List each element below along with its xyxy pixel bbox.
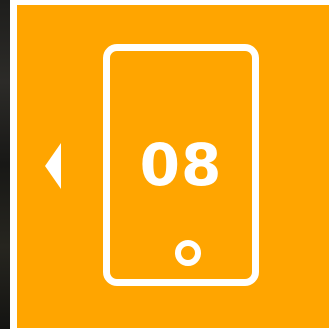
back-arrow-button[interactable]	[45, 143, 61, 189]
left-edge-strip	[0, 0, 10, 329]
phone-home-button-icon	[175, 240, 201, 266]
screen: 08	[0, 0, 329, 329]
triangle-left-icon	[45, 143, 61, 189]
phone-icon: 08	[103, 44, 259, 286]
device-number: 08	[139, 131, 223, 199]
